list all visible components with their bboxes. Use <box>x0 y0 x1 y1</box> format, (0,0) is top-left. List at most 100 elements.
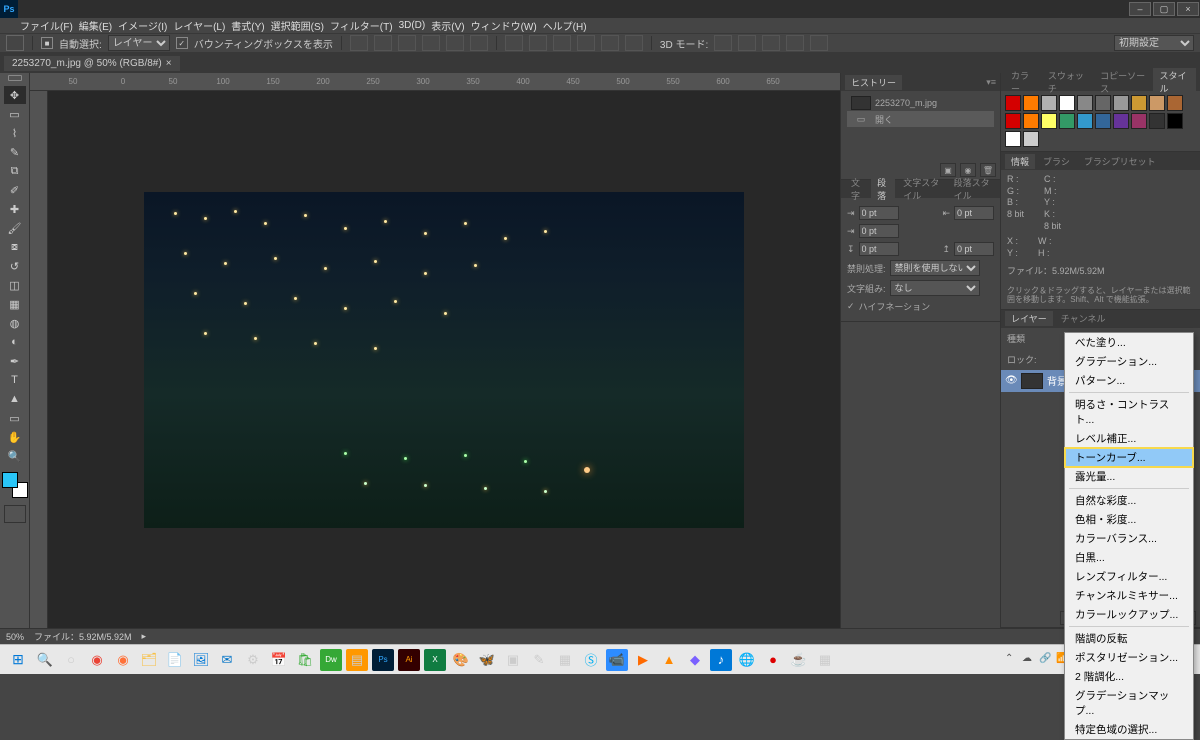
crop-tool[interactable]: ⧉ <box>4 162 26 180</box>
tab-character[interactable]: 文字 <box>845 175 869 203</box>
canvas[interactable] <box>48 91 840 628</box>
gradient-tool[interactable]: ▦ <box>4 295 26 313</box>
tab-color[interactable]: カラー <box>1005 68 1040 96</box>
zoom-tool[interactable]: 🔍 <box>4 447 26 465</box>
app-icon-1[interactable]: ✎ <box>528 649 550 671</box>
tab-charstyle[interactable]: 文字スタイル <box>897 175 945 203</box>
cm-levels[interactable]: レベル補正... <box>1065 429 1193 448</box>
cm-selective-color[interactable]: 特定色域の選択... <box>1065 720 1193 739</box>
cm-gradient[interactable]: グラデーション... <box>1065 352 1193 371</box>
panel-menu-icon[interactable]: ▾≡ <box>986 77 996 88</box>
chrome-icon[interactable]: ◉ <box>86 649 108 671</box>
align-btn-6[interactable] <box>470 35 488 51</box>
cm-pattern[interactable]: パターン... <box>1065 371 1193 390</box>
dreamweaver-icon[interactable]: Dw <box>320 649 342 671</box>
menu-layer[interactable]: レイヤー(L) <box>173 18 225 33</box>
first-line-field[interactable] <box>859 224 899 238</box>
quick-select-tool[interactable]: ✎ <box>4 143 26 161</box>
brush-tool[interactable]: 🖌 <box>4 219 26 237</box>
align-btn-5[interactable] <box>446 35 464 51</box>
tab-channels[interactable]: チャンネル <box>1055 311 1112 326</box>
path-select-tool[interactable]: ▲ <box>4 390 26 408</box>
cm-posterize[interactable]: ポスタリゼーション... <box>1065 648 1193 667</box>
tab-parastyle[interactable]: 段落スタイル <box>948 175 996 203</box>
show-bbox-checkbox[interactable]: ✓ <box>176 37 188 49</box>
menu-edit[interactable]: 編集(E) <box>79 18 112 33</box>
indent-left-field[interactable] <box>859 206 899 220</box>
app-icon-4[interactable]: ☕ <box>788 649 810 671</box>
tab-swatch[interactable]: スウォッチ <box>1042 68 1092 96</box>
cm-hue-saturation[interactable]: 色相・彩度... <box>1065 510 1193 529</box>
sublime-icon[interactable]: ▤ <box>346 649 368 671</box>
eraser-tool[interactable]: ◫ <box>4 276 26 294</box>
settings-icon[interactable]: ⚙ <box>242 649 264 671</box>
style-swatch[interactable] <box>1059 95 1075 111</box>
menu-select[interactable]: 選択範囲(S) <box>271 18 324 33</box>
excel-icon[interactable]: X <box>424 649 446 671</box>
outlook-icon[interactable]: ✉ <box>216 649 238 671</box>
close-button[interactable]: × <box>1177 2 1199 16</box>
style-swatch[interactable] <box>1095 113 1111 129</box>
marquee-tool[interactable]: ▭ <box>4 105 26 123</box>
cortana-icon[interactable]: ○ <box>60 649 82 671</box>
photoshop-icon[interactable]: Ps <box>372 649 394 671</box>
style-swatch[interactable] <box>1023 113 1039 129</box>
mode3d-btn-3[interactable] <box>762 35 780 51</box>
mojigumi-select[interactable]: なし <box>890 280 980 296</box>
tab-info[interactable]: 情報 <box>1005 154 1035 169</box>
mode3d-btn-4[interactable] <box>786 35 804 51</box>
mode3d-btn-2[interactable] <box>738 35 756 51</box>
menu-window[interactable]: ウィンドウ(W) <box>471 18 537 33</box>
auto-select-checkbox[interactable]: ■ <box>41 37 53 49</box>
style-swatch[interactable] <box>1149 113 1165 129</box>
cm-threshold[interactable]: 2 階調化... <box>1065 667 1193 686</box>
history-step[interactable]: ▭ 開く <box>847 111 994 127</box>
menu-filter[interactable]: フィルター(T) <box>330 18 393 33</box>
globe-icon[interactable]: 🌐 <box>736 649 758 671</box>
tab-brush[interactable]: ブラシ <box>1037 154 1076 169</box>
space-after-field[interactable] <box>954 242 994 256</box>
style-swatch[interactable] <box>1095 95 1111 111</box>
skype-icon[interactable]: Ⓢ <box>580 649 602 671</box>
tab-layers[interactable]: レイヤー <box>1005 311 1053 326</box>
quick-mask-toggle[interactable] <box>4 505 26 523</box>
start-button[interactable]: ⊞ <box>6 648 30 672</box>
record-icon[interactable]: ● <box>762 649 784 671</box>
style-swatch[interactable] <box>1113 95 1129 111</box>
eyedropper-tool[interactable]: ✐ <box>4 181 26 199</box>
toolbar-grip[interactable] <box>8 75 22 81</box>
tab-history[interactable]: ヒストリー <box>845 75 902 90</box>
mode3d-btn-5[interactable] <box>810 35 828 51</box>
distribute-btn-5[interactable] <box>601 35 619 51</box>
align-btn-1[interactable] <box>350 35 368 51</box>
cm-color-lookup[interactable]: カラールックアップ... <box>1065 605 1193 624</box>
cm-vibrance[interactable]: 自然な彩度... <box>1065 491 1193 510</box>
style-swatch[interactable] <box>1077 113 1093 129</box>
hand-tool[interactable]: ✋ <box>4 428 26 446</box>
document-tab[interactable]: 2253270_m.jpg @ 50% (RGB/8#) × <box>4 56 180 71</box>
tab-brushpreset[interactable]: ブラシプリセット <box>1078 154 1162 169</box>
vlc-icon[interactable]: ▲ <box>658 649 680 671</box>
butterfly-icon[interactable]: 🦋 <box>476 649 498 671</box>
store-icon[interactable]: 🛍 <box>294 649 316 671</box>
move-tool[interactable]: ✥ <box>4 86 26 104</box>
style-swatch[interactable] <box>1167 113 1183 129</box>
align-btn-2[interactable] <box>374 35 392 51</box>
style-swatch[interactable] <box>1077 95 1093 111</box>
dodge-tool[interactable]: ◐ <box>4 333 26 351</box>
cm-brightness-contrast[interactable]: 明るさ・コントラスト... <box>1065 395 1193 429</box>
hyphenation-checkbox[interactable]: ✓ <box>847 301 855 312</box>
menu-file[interactable]: ファイル(F) <box>20 18 73 33</box>
distribute-btn-3[interactable] <box>553 35 571 51</box>
cm-channel-mixer[interactable]: チャンネルミキサー... <box>1065 586 1193 605</box>
maximize-button[interactable]: ▢ <box>1153 2 1175 16</box>
style-swatch[interactable] <box>1041 113 1057 129</box>
type-tool[interactable]: T <box>4 371 26 389</box>
terminal-icon[interactable]: ▣ <box>502 649 524 671</box>
style-swatch[interactable] <box>1005 131 1021 147</box>
menu-type[interactable]: 書式(Y) <box>231 18 264 33</box>
cm-invert[interactable]: 階調の反転 <box>1065 629 1193 648</box>
media-icon[interactable]: ▶ <box>632 649 654 671</box>
zoom-icon[interactable]: 📹 <box>606 649 628 671</box>
app-icon-3[interactable]: ◆ <box>684 649 706 671</box>
